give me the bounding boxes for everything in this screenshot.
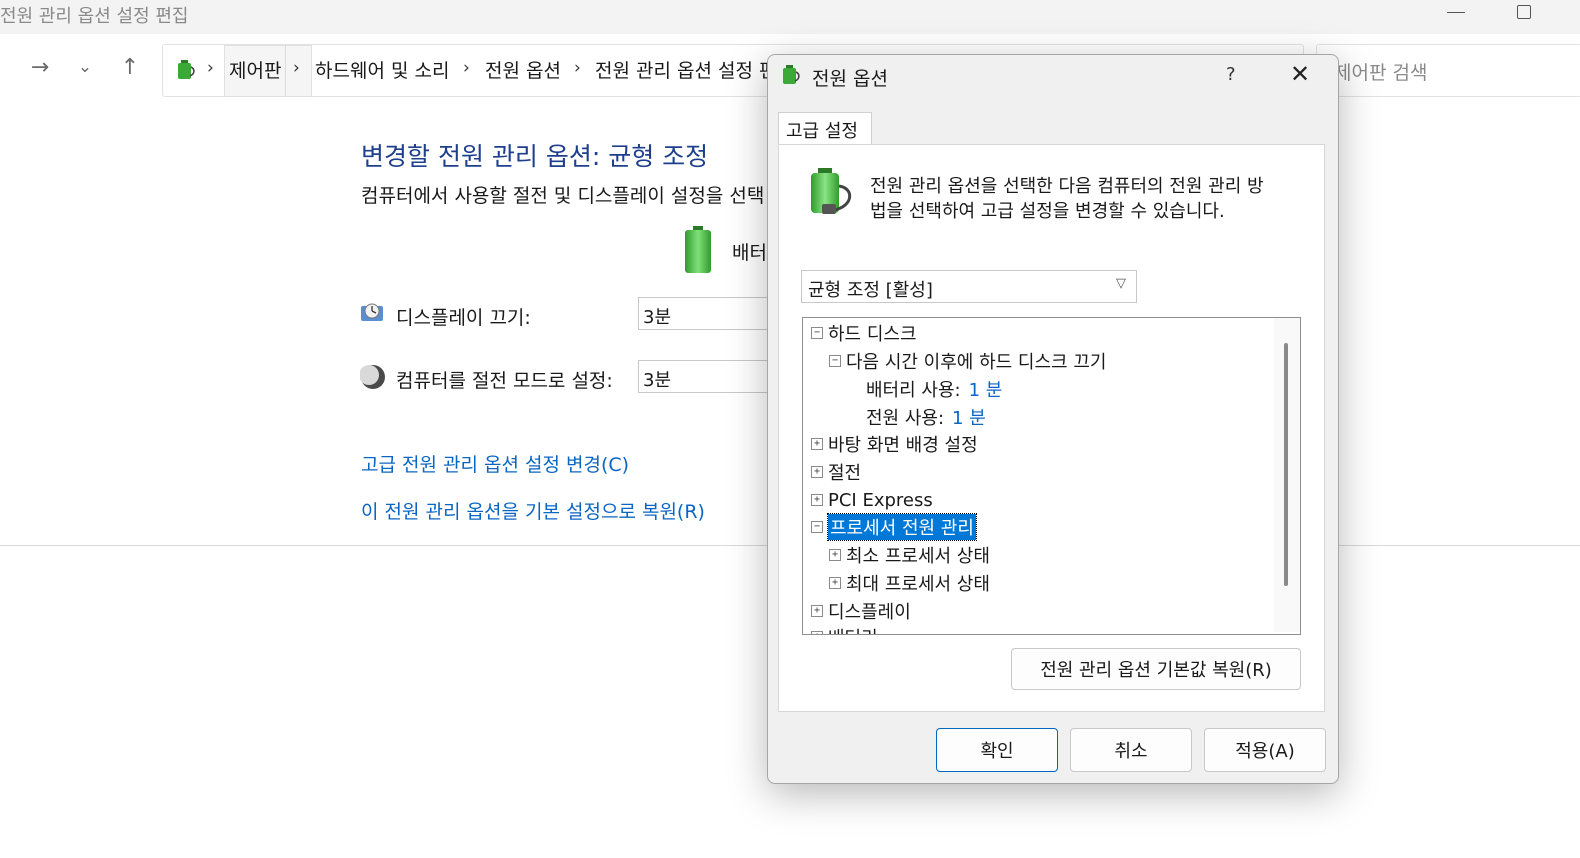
expand-icon[interactable]: + (811, 631, 823, 634)
window-title: 전원 관리 옵션 설정 편집 (0, 6, 189, 27)
power-options-icon (178, 60, 195, 79)
tree-node-battery[interactable]: + 배터리 (811, 625, 878, 634)
restore-plan-defaults-button[interactable]: 전원 관리 옵션 기본값 복원(R) (1011, 648, 1301, 690)
recent-chevron-down-icon[interactable]: ⌄ (70, 52, 100, 82)
tree-node-plugged-in[interactable]: 전원 사용: 1 분 (866, 405, 986, 429)
power-options-icon (811, 168, 852, 214)
page-subtitle: 컴퓨터에서 사용할 절전 및 디스플레이 설정을 선택 (361, 185, 765, 207)
display-off-label: 디스플레이 끄기: (396, 307, 531, 329)
breadcrumb-control-panel[interactable]: 제어판 (229, 56, 281, 83)
ok-button[interactable]: 확인 (936, 728, 1058, 772)
plugged-in-value[interactable]: 1 분 (952, 404, 986, 430)
breadcrumb-hardware-sound[interactable]: 하드웨어 및 소리 (315, 56, 449, 83)
breadcrumb-edit-plan[interactable]: 전원 관리 옵션 설정 편 (595, 56, 776, 83)
tree-node-turn-off-disk[interactable]: − 다음 시간 이후에 하드 디스크 끄기 (829, 349, 1106, 373)
tree-node-min-processor[interactable]: + 최소 프로세서 상태 (829, 543, 990, 567)
expand-icon[interactable]: + (811, 466, 823, 478)
expand-icon[interactable]: + (811, 494, 823, 506)
minimize-icon[interactable] (1447, 12, 1465, 13)
expand-icon[interactable]: + (829, 549, 841, 561)
forward-arrow-icon[interactable]: → (25, 52, 55, 82)
battery-icon (685, 226, 711, 273)
breadcrumb-separator: › (463, 58, 470, 78)
restore-defaults-link[interactable]: 이 전원 관리 옵션을 기본 설정으로 복원(R) (361, 497, 705, 524)
collapse-icon[interactable]: − (811, 327, 823, 339)
settings-tree[interactable]: − 하드 디스크 − 다음 시간 이후에 하드 디스크 끄기 배터리 사용: 1… (802, 317, 1301, 635)
on-battery-value[interactable]: 1 분 (969, 376, 1003, 402)
description-line-2: 법을 선택하여 고급 설정을 변경할 수 있습니다. (870, 201, 1225, 222)
display-icon (361, 303, 383, 321)
collapse-icon[interactable]: − (811, 521, 823, 533)
display-off-value: 3분 (643, 307, 672, 328)
apply-button[interactable]: 적용(A) (1204, 728, 1326, 772)
breadcrumb-separator: › (207, 58, 214, 78)
dialog-title: 전원 옵션 (812, 68, 888, 90)
tree-scrollbar-thumb[interactable] (1284, 343, 1288, 586)
search-placeholder: 제어판 검색 (1334, 62, 1428, 84)
close-icon[interactable]: ✕ (1290, 60, 1310, 88)
expand-icon[interactable]: + (811, 605, 823, 617)
help-icon[interactable]: ? (1226, 64, 1236, 85)
tab-advanced-settings-label: 고급 설정 (786, 121, 858, 142)
cancel-button[interactable]: 취소 (1070, 728, 1192, 772)
advanced-settings-link[interactable]: 고급 전원 관리 옵션 설정 변경(C) (361, 450, 629, 477)
tree-node-hard-disk[interactable]: − 하드 디스크 (811, 321, 917, 345)
up-arrow-icon[interactable]: ↑ (115, 52, 145, 82)
breadcrumb-separator[interactable]: › (293, 58, 300, 78)
tree-node-display[interactable]: + 디스플레이 (811, 599, 911, 623)
plan-selected-value: 균형 조정 [활성] (808, 280, 933, 301)
power-options-icon (783, 65, 800, 84)
sleep-value: 3분 (643, 370, 672, 391)
expand-icon[interactable]: + (829, 577, 841, 589)
expand-icon[interactable]: + (811, 438, 823, 450)
breadcrumb-power-options[interactable]: 전원 옵션 (485, 56, 561, 83)
breadcrumb-separator: › (574, 58, 581, 78)
tree-node-pci-express[interactable]: + PCI Express (811, 488, 933, 512)
chevron-down-icon: ▽ (1116, 276, 1126, 291)
moon-icon (360, 365, 385, 389)
battery-column-label: 배터 (732, 242, 767, 264)
tree-node-on-battery[interactable]: 배터리 사용: 1 분 (866, 377, 1002, 401)
tree-node-processor-power[interactable]: − 프로세서 전원 관리 (811, 513, 977, 541)
sleep-label: 컴퓨터를 절전 모드로 설정: (396, 370, 613, 392)
tree-node-sleep[interactable]: + 절전 (811, 460, 861, 484)
tree-node-max-processor[interactable]: + 최대 프로세서 상태 (829, 571, 990, 595)
maximize-icon[interactable] (1517, 5, 1531, 19)
collapse-icon[interactable]: − (829, 355, 841, 367)
description-line-1: 전원 관리 옵션을 선택한 다음 컴퓨터의 전원 관리 방 (870, 176, 1264, 197)
title-bar (0, 0, 1580, 34)
page-title: 변경할 전원 관리 옵션: 균형 조정 (361, 142, 709, 171)
tree-node-desktop-background[interactable]: + 바탕 화면 배경 설정 (811, 432, 978, 456)
